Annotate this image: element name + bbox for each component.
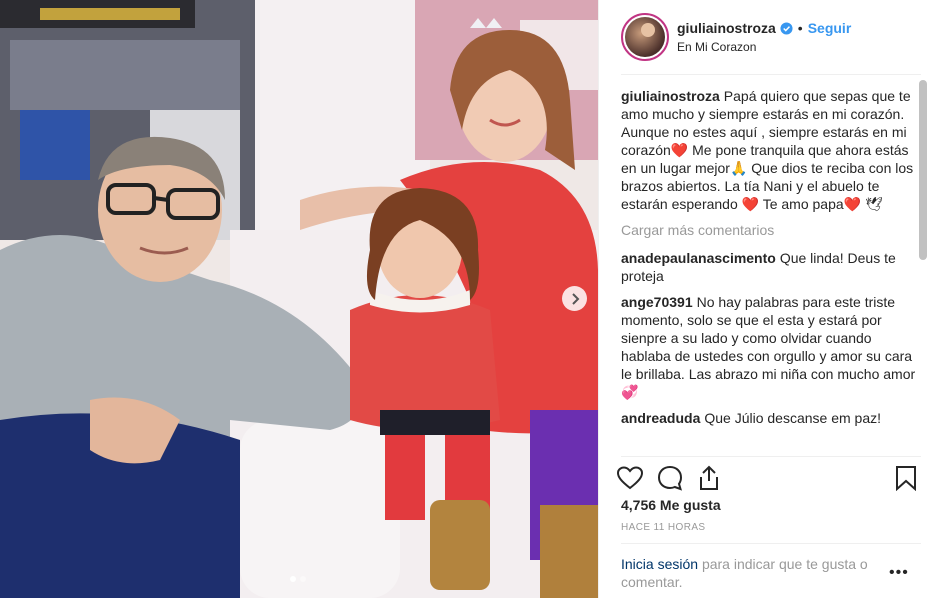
header-divider — [621, 74, 921, 75]
comment-item: ange70391 No hay palabras para este trist… — [621, 293, 916, 401]
chevron-right-icon — [571, 292, 579, 305]
carousel-indicator — [290, 576, 306, 582]
heart-outline-icon — [617, 466, 643, 490]
carousel-dot — [300, 576, 306, 582]
comment-username[interactable]: andreaduda — [621, 410, 700, 426]
post-username[interactable]: giuliainostroza — [677, 20, 776, 36]
carousel-dot-active — [290, 576, 296, 582]
caption-text: Papá quiero que sepas que te amo mucho y… — [621, 88, 914, 212]
speech-bubble-icon — [657, 465, 683, 491]
carousel-next-button[interactable] — [562, 286, 587, 311]
follow-button[interactable]: Seguir — [808, 20, 852, 36]
avatar[interactable] — [621, 13, 669, 61]
share-upload-icon — [700, 465, 718, 490]
location-link[interactable]: En Mi Corazon — [677, 40, 851, 54]
share-button[interactable] — [697, 460, 737, 496]
caption: giuliainostroza Papá quiero que sepas que… — [621, 87, 916, 213]
more-options-icon[interactable]: ••• — [889, 564, 909, 582]
post-timestamp[interactable]: HACE 11 HORAS — [621, 522, 705, 533]
actions-divider — [621, 456, 921, 457]
comments-scrollbar[interactable] — [919, 80, 927, 260]
like-button[interactable] — [617, 460, 657, 496]
instagram-post: giuliainostroza • Seguir En Mi Corazon g… — [0, 0, 933, 598]
comment-button[interactable] — [657, 460, 697, 496]
comment-username[interactable]: ange70391 — [621, 294, 693, 310]
caption-username[interactable]: giuliainostroza — [621, 88, 720, 104]
separator-dot: • — [797, 20, 803, 36]
action-bar — [617, 460, 917, 496]
post-header: giuliainostroza • Seguir En Mi Corazon — [599, 0, 933, 74]
comments-list[interactable]: giuliainostroza Papá quiero que sepas que… — [621, 87, 916, 454]
login-link[interactable]: Inicia sesión — [621, 556, 698, 572]
comment-item: andreaduda Que Júlio descanse em paz! — [621, 409, 916, 427]
comment-username[interactable]: anadepaulanascimento — [621, 250, 776, 266]
save-button[interactable] — [877, 460, 917, 496]
load-more-comments-button[interactable]: Cargar más comentarios — [621, 221, 916, 239]
comment-item: anadepaulanascimento Que linda! Deus te p… — [621, 249, 916, 285]
likes-count[interactable]: 4,756 Me gusta — [621, 497, 721, 513]
family-photo-illustration — [0, 0, 598, 598]
comment-text: Que Júlio descanse em paz! — [704, 410, 882, 426]
bookmark-icon — [896, 466, 916, 491]
post-photo[interactable] — [0, 0, 598, 598]
login-divider — [621, 543, 921, 544]
login-prompt: Inicia sesión para indicar que te gusta … — [621, 555, 891, 591]
verified-badge-icon — [780, 21, 793, 35]
post-sidebar: giuliainostroza • Seguir En Mi Corazon g… — [598, 0, 933, 598]
